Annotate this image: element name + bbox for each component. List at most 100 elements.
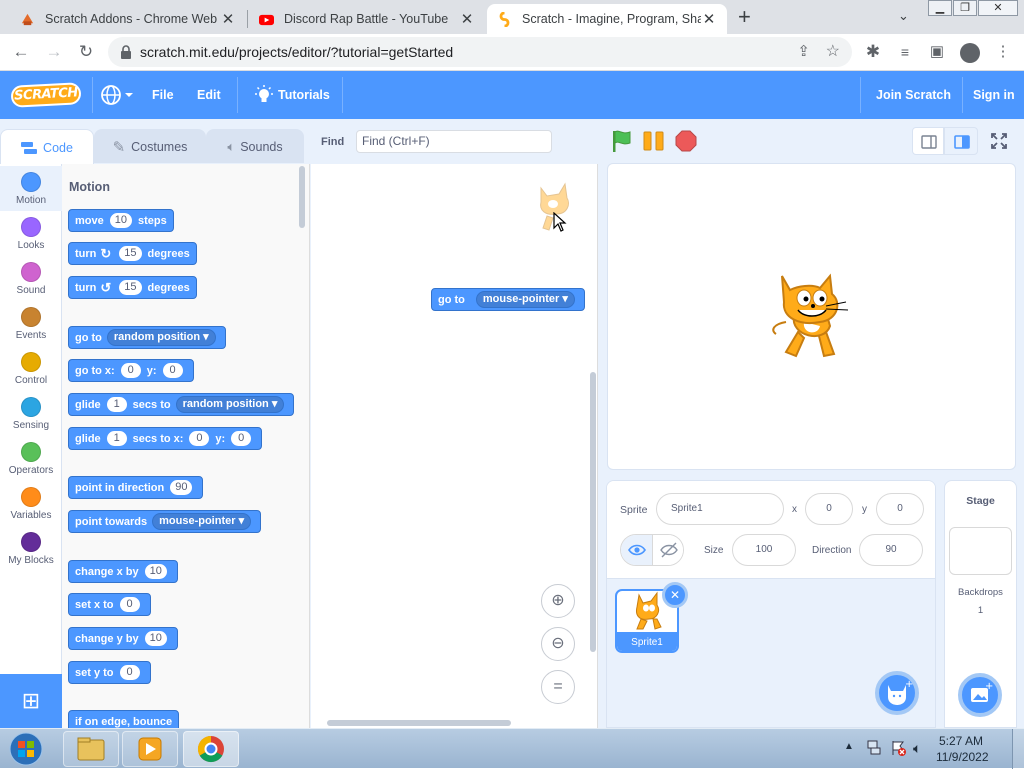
join-scratch-button[interactable]: Join Scratch <box>876 71 951 119</box>
degrees-input[interactable]: 15 <box>119 246 142 261</box>
zoom-in-icon[interactable]: ⊕ <box>541 584 575 618</box>
scratch-logo[interactable]: SCRATCH <box>10 82 82 108</box>
degrees-input[interactable]: 15 <box>119 280 142 295</box>
workspace-vertical-scrollbar[interactable] <box>590 372 596 652</box>
glide-target-dropdown[interactable]: random position ▾ <box>175 396 285 413</box>
windows-start-icon[interactable] <box>6 731 46 767</box>
edit-menu[interactable]: Edit <box>197 71 221 119</box>
y-input[interactable]: 0 <box>162 363 183 378</box>
sign-in-button[interactable]: Sign in <box>973 71 1015 119</box>
close-tab-icon[interactable]: ✕ <box>459 10 475 28</box>
share-icon[interactable]: ⇪ <box>797 42 810 60</box>
close-window-icon[interactable]: ✕ <box>978 0 1018 16</box>
bookmark-star-icon[interactable]: ☆ <box>826 41 840 61</box>
delete-sprite-icon[interactable]: ✕ <box>662 582 688 608</box>
block-point-towards[interactable]: point towards mouse-pointer ▾ <box>68 510 262 533</box>
stage-canvas[interactable] <box>607 163 1016 470</box>
media-player-icon[interactable] <box>122 731 178 767</box>
new-tab-icon[interactable]: + <box>738 4 751 30</box>
workspace-go-to-block[interactable]: go to mouse-pointer ▾ <box>431 288 585 311</box>
address-bar[interactable]: scratch.mit.edu/projects/editor/?tutoria… <box>108 37 852 67</box>
tab-costumes[interactable]: ✎ Costumes <box>94 129 206 163</box>
volume-icon[interactable]: 🔈︎ <box>913 740 921 757</box>
set-x-input[interactable]: 0 <box>119 597 140 612</box>
cat-sprite[interactable] <box>768 272 856 364</box>
block-turn-left[interactable]: turn ↺ 15 degrees <box>68 276 197 299</box>
pause-icon[interactable] <box>643 131 665 151</box>
set-y-input[interactable]: 0 <box>119 665 140 680</box>
hide-eye-icon[interactable] <box>653 535 683 565</box>
visibility-toggle[interactable] <box>620 534 684 566</box>
add-extension-icon[interactable]: ⊞ <box>0 674 62 728</box>
network-icon[interactable] <box>866 739 882 755</box>
show-eye-icon[interactable] <box>621 535 653 565</box>
block-set-x[interactable]: set x to 0 <box>68 593 151 616</box>
tab-code[interactable]: Code <box>0 129 94 165</box>
browser-tab-scratch[interactable]: Scratch - Imagine, Program, Shar ✕ <box>487 4 727 34</box>
workspace-horizontal-scrollbar[interactable] <box>327 720 511 726</box>
stage-pane[interactable]: Stage Backdrops 1 + <box>944 480 1017 728</box>
change-y-input[interactable]: 10 <box>144 631 167 646</box>
find-input[interactable]: Find (Ctrl+F) <box>356 130 552 153</box>
show-hidden-icons-icon[interactable]: ▲ <box>844 741 854 752</box>
chrome-taskbar-icon[interactable] <box>183 731 239 767</box>
size-input[interactable]: 100 <box>732 534 796 566</box>
direction-input[interactable]: 90 <box>170 480 193 495</box>
green-flag-icon[interactable] <box>611 129 633 153</box>
script-workspace[interactable]: go to mouse-pointer ▾ ⊕ ⊖ = <box>311 164 598 728</box>
block-if-on-edge-bounce[interactable]: if on edge, bounce <box>68 710 180 728</box>
block-go-to-xy[interactable]: go to x: 0 y: 0 <box>68 359 194 382</box>
secs-input[interactable]: 1 <box>106 397 127 412</box>
tab-search-chevron-icon[interactable]: ⌄ <box>898 8 909 24</box>
zoom-reset-button[interactable]: = <box>541 670 575 704</box>
profile-avatar-icon[interactable] <box>960 43 980 63</box>
close-tab-icon[interactable]: ✕ <box>220 10 236 28</box>
point-towards-dropdown[interactable]: mouse-pointer ▾ <box>152 513 252 530</box>
category-sound[interactable]: Sound <box>0 256 62 301</box>
category-operators[interactable]: Operators <box>0 436 62 481</box>
browser-tab-scratch-addons[interactable]: Scratch Addons - Chrome Web St ✕ <box>10 4 246 34</box>
side-panel-icon[interactable]: ▣ <box>926 41 948 63</box>
sprite-name-input[interactable]: Sprite1 <box>656 493 784 525</box>
reload-icon[interactable]: ↻ <box>75 41 97 63</box>
maximize-icon[interactable]: ❐ <box>953 0 977 16</box>
category-motion[interactable]: Motion <box>0 166 62 211</box>
category-control[interactable]: Control <box>0 346 62 391</box>
stop-icon[interactable] <box>675 130 697 152</box>
minimize-icon[interactable]: ▁ <box>928 0 952 16</box>
browser-tab-youtube[interactable]: Discord Rap Battle - YouTube ✕ <box>249 4 485 34</box>
category-events[interactable]: Events <box>0 301 62 346</box>
block-glide-to-xy[interactable]: glide 1 secs to x: 0 y: 0 <box>68 427 263 450</box>
system-clock[interactable]: 5:27 AM 11/9/2022 <box>936 733 989 765</box>
stage-thumbnail[interactable] <box>949 527 1012 575</box>
forward-arrow-icon[interactable]: → <box>43 41 65 63</box>
tab-sounds[interactable]: 🔈︎ Sounds <box>206 129 304 163</box>
action-center-flag-icon[interactable] <box>890 739 908 757</box>
tutorials-button[interactable]: Tutorials <box>278 71 330 119</box>
secs-input[interactable]: 1 <box>106 431 127 446</box>
block-set-y[interactable]: set y to 0 <box>68 661 151 684</box>
goto-target-dropdown[interactable]: random position ▾ <box>106 329 216 346</box>
block-turn-right[interactable]: turn ↻ 15 degrees <box>68 242 197 265</box>
block-go-to[interactable]: go to random position ▾ <box>68 326 226 349</box>
x-input[interactable]: 0 <box>805 493 853 525</box>
normal-stage-icon[interactable] <box>944 127 978 155</box>
chrome-menu-icon[interactable]: ⋮ <box>992 41 1014 63</box>
x-input[interactable]: 0 <box>120 363 141 378</box>
block-change-y[interactable]: change y by 10 <box>68 627 178 650</box>
fullscreen-icon[interactable] <box>985 127 1013 155</box>
y-input[interactable]: 0 <box>231 431 252 446</box>
change-x-input[interactable]: 10 <box>144 564 167 579</box>
category-variables[interactable]: Variables <box>0 481 62 526</box>
show-desktop-button[interactable] <box>1012 729 1024 769</box>
media-queue-icon[interactable]: ≡ <box>894 41 916 63</box>
goto-target-dropdown[interactable]: mouse-pointer ▾ <box>475 291 575 308</box>
extensions-puzzle-icon[interactable]: ✱ <box>862 41 884 63</box>
zoom-out-icon[interactable]: ⊖ <box>541 627 575 661</box>
category-sensing[interactable]: Sensing <box>0 391 62 436</box>
category-my-blocks[interactable]: My Blocks <box>0 526 62 571</box>
file-explorer-icon[interactable] <box>63 731 119 767</box>
category-looks[interactable]: Looks <box>0 211 62 256</box>
back-arrow-icon[interactable]: ← <box>10 41 32 63</box>
add-sprite-cat-icon[interactable]: + <box>875 671 919 715</box>
